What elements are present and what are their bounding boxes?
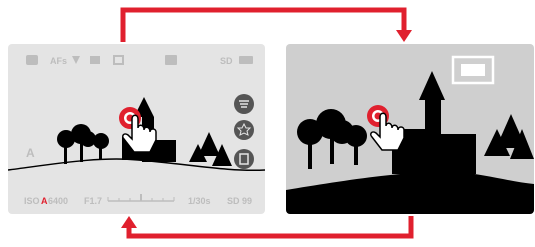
bottom-status-bar: ISO A 6400 F1.7 1/30s SD 99	[24, 194, 252, 206]
delete-button[interactable]	[234, 149, 254, 169]
bottom-arrow-head	[121, 216, 137, 228]
playback-landscape-scene	[286, 71, 534, 214]
trees-left	[57, 124, 109, 164]
aperture-value: F1.7	[84, 196, 102, 206]
memory-card-icon	[165, 55, 177, 65]
exposure-icon	[90, 56, 100, 64]
side-buttons	[234, 94, 254, 169]
top-arrow-line	[120, 7, 407, 42]
shots-remaining: SD 99	[227, 196, 252, 206]
favorite-button[interactable]	[234, 120, 254, 140]
sd-label: SD	[220, 56, 233, 66]
left-mode-label: A	[26, 146, 35, 160]
shutter-speed: 1/30s	[188, 196, 211, 206]
bottom-arrow-line	[126, 216, 414, 239]
menu-button[interactable]	[234, 94, 254, 114]
iso-label: ISO	[24, 196, 40, 206]
drive-mode-icon	[113, 55, 124, 65]
battery-icon	[239, 56, 253, 64]
trees-right	[189, 132, 232, 166]
playback-ground	[286, 171, 534, 214]
iso-value: 6400	[48, 196, 68, 206]
playback-trees-right	[484, 114, 534, 159]
focus-peaking-icon	[72, 56, 80, 64]
camera-mode-icon	[26, 55, 38, 65]
playback-trees-left	[297, 109, 367, 169]
af-mode-label: AFs	[50, 56, 67, 66]
top-status-bar: AFs SD	[26, 55, 253, 66]
live-view-screen[interactable]: AFs SD A ISO A 6400 F1.7 1/30s SD 99	[8, 44, 265, 214]
iso-auto-mark: A	[41, 196, 48, 206]
exposure-scale	[107, 194, 175, 202]
top-arrow-head	[396, 30, 412, 42]
landscape-scene	[8, 97, 265, 172]
playback-screen[interactable]	[286, 44, 534, 214]
playback-church	[392, 71, 476, 174]
